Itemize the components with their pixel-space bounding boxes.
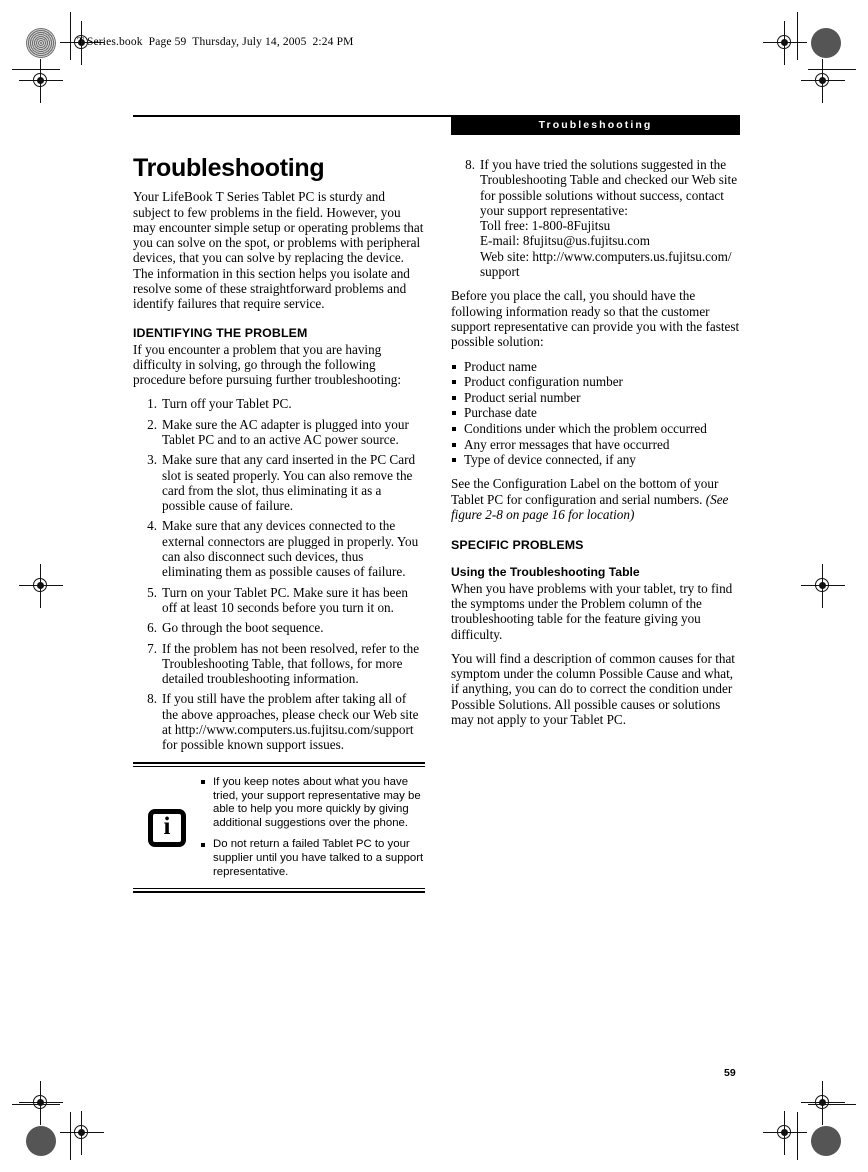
identifying-intro-paragraph: If you encounter a problem that you are …: [133, 341, 402, 388]
step-text: Make sure that any devices connected to …: [162, 518, 419, 580]
right-column: 8. If you have tried the solutions sugge…: [451, 157, 741, 736]
using-troubleshooting-table-heading: Using the Troubleshooting Table: [451, 564, 640, 579]
troubleshooting-steps-list: 1. Turn off your Tablet PC. 2. Make sure…: [133, 396, 425, 752]
toll-free-line: Toll free: 1-800-8Fujitsu: [480, 218, 611, 234]
list-item: Do not return a failed Tablet PC to your…: [201, 838, 425, 879]
list-item: Purchase date: [451, 405, 741, 420]
note-box-content: i If you keep notes about what you have …: [133, 767, 425, 888]
note-icon-container: i: [133, 808, 201, 847]
configuration-label-text: See the Configuration Label on the botto…: [451, 476, 719, 507]
list-item: 1. Turn off your Tablet PC.: [133, 396, 425, 411]
support-contact-lines: Toll free: 1-800-8Fujitsu E-mail: 8fujit…: [480, 218, 741, 279]
step-text: If you have tried the solutions suggeste…: [480, 157, 738, 218]
description-paragraph: You will find a description of common ca…: [451, 650, 735, 727]
list-item: If you keep notes about what you have tr…: [201, 776, 425, 830]
information-needed-list: Product name Product configuration numbe…: [451, 359, 741, 468]
note-box-bottom-rule-thin: [133, 888, 425, 890]
list-item: 8. If you still have the problem after t…: [133, 691, 425, 752]
email-line: E-mail: 8fujitsu@us.fujitsu.com: [480, 233, 651, 249]
step-number: 1.: [147, 396, 157, 412]
list-item: Product serial number: [451, 390, 741, 405]
step-number: 8.: [465, 157, 475, 172]
intro-paragraph: Your LifeBook T Series Tablet PC is stur…: [133, 189, 424, 312]
step-number: 8.: [147, 691, 157, 707]
step-number: 7.: [147, 640, 157, 656]
step-text: Make sure the AC adapter is plugged into…: [162, 416, 409, 447]
note-box: i If you keep notes about what you have …: [133, 762, 425, 894]
list-item: 7. If the problem has not been resolved,…: [133, 641, 425, 687]
step-text: If the problem has not been resolved, re…: [162, 640, 420, 687]
step-number: 5.: [147, 584, 157, 600]
list-item: Conditions under which the problem occur…: [451, 421, 741, 436]
note-box-top-rule-thick: [133, 762, 425, 765]
list-item: Any error messages that have occurred: [451, 437, 741, 452]
info-icon: i: [148, 808, 186, 847]
document-page: Troubleshooting Troubleshooting Your Lif…: [0, 0, 868, 1172]
page-number: 59: [724, 1067, 736, 1079]
list-item: Product configuration number: [451, 374, 741, 389]
running-head-band: Troubleshooting: [451, 115, 740, 135]
list-item: 6. Go through the boot sequence.: [133, 620, 425, 635]
continued-steps-list: 8. If you have tried the solutions sugge…: [451, 157, 741, 279]
list-item: 4. Make sure that any devices connected …: [133, 518, 425, 579]
list-item: 3. Make sure that any card inserted in t…: [133, 452, 425, 513]
list-item: Type of device connected, if any: [451, 452, 741, 467]
before-call-paragraph: Before you place the call, you should ha…: [451, 288, 740, 350]
note-bullet-list: If you keep notes about what you have tr…: [201, 776, 425, 879]
using-table-paragraph: When you have problems with your tablet,…: [451, 580, 733, 642]
identifying-the-problem-heading: IDENTIFYING THE PROBLEM: [133, 325, 308, 340]
list-item: 8. If you have tried the solutions sugge…: [451, 157, 741, 279]
step-text: Turn off your Tablet PC.: [162, 396, 292, 412]
step-text: Make sure that any card inserted in the …: [162, 452, 416, 514]
configuration-label-paragraph: See the Configuration Label on the botto…: [451, 476, 741, 522]
step-number: 6.: [147, 620, 157, 636]
list-item: 2. Make sure the AC adapter is plugged i…: [133, 417, 425, 448]
step-text: If you still have the problem after taki…: [162, 691, 419, 753]
list-item: 5. Turn on your Tablet PC. Make sure it …: [133, 585, 425, 616]
step-number: 3.: [147, 452, 157, 468]
step-number: 4.: [147, 518, 157, 534]
specific-problems-heading: SPECIFIC PROBLEMS: [451, 538, 584, 553]
left-column: Troubleshooting Your LifeBook T Series T…: [133, 155, 425, 758]
step-text: Go through the boot sequence.: [162, 620, 324, 636]
website-line: Web site: http://www.computers.us.fujits…: [480, 248, 732, 280]
step-number: 2.: [147, 416, 157, 432]
page-title: Troubleshooting: [133, 154, 325, 182]
note-box-bottom-rule-thick: [133, 890, 425, 894]
list-item: Product name: [451, 359, 741, 374]
step-text: Turn on your Tablet PC. Make sure it has…: [162, 584, 408, 615]
